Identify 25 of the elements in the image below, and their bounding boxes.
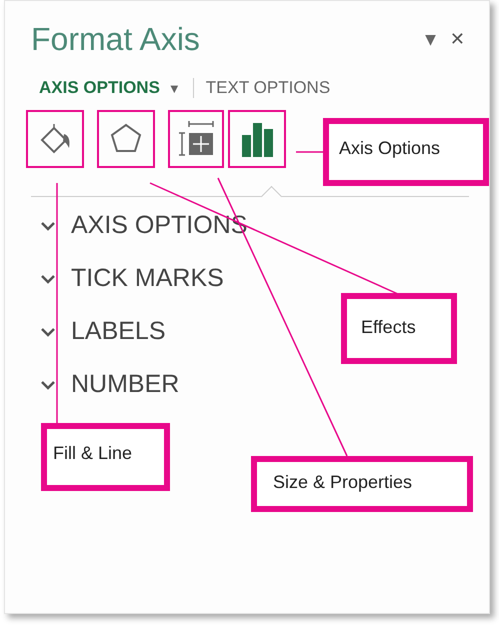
callout-label: Axis Options — [323, 118, 489, 186]
chevron-icon[interactable] — [41, 380, 55, 390]
chevron-icon[interactable] — [41, 274, 55, 284]
chevron-icon[interactable] — [41, 326, 55, 336]
section-header[interactable]: NUMBER — [71, 370, 180, 399]
size-tab-button[interactable] — [168, 110, 224, 168]
axis-tab-button[interactable] — [228, 110, 286, 168]
options-tab[interactable]: AXIS OPTIONS — [39, 78, 160, 98]
paint-bucket-icon — [38, 122, 72, 156]
chevron-icon[interactable] — [41, 220, 55, 230]
section-header[interactable]: TICK MARKS — [71, 264, 224, 293]
section-header[interactable]: LABELS — [71, 317, 166, 346]
effects-tab-button[interactable] — [97, 110, 155, 168]
fill-tab-button[interactable] — [26, 110, 84, 168]
callout-label: Fill & Line — [41, 423, 170, 491]
pane-menu-button[interactable]: ▼ — [425, 32, 436, 48]
options-tab[interactable]: TEXT OPTIONS — [206, 78, 330, 98]
close-button[interactable]: ✕ — [450, 29, 465, 50]
pane-title: Format Axis — [31, 21, 201, 58]
leader-line — [296, 151, 324, 153]
caret-icon[interactable]: ▼ — [168, 80, 181, 96]
callout-label: Effects — [341, 293, 457, 364]
size-move-icon — [177, 121, 215, 157]
bar-chart-icon — [239, 121, 275, 157]
callout-label: Size & Properties — [251, 456, 473, 512]
